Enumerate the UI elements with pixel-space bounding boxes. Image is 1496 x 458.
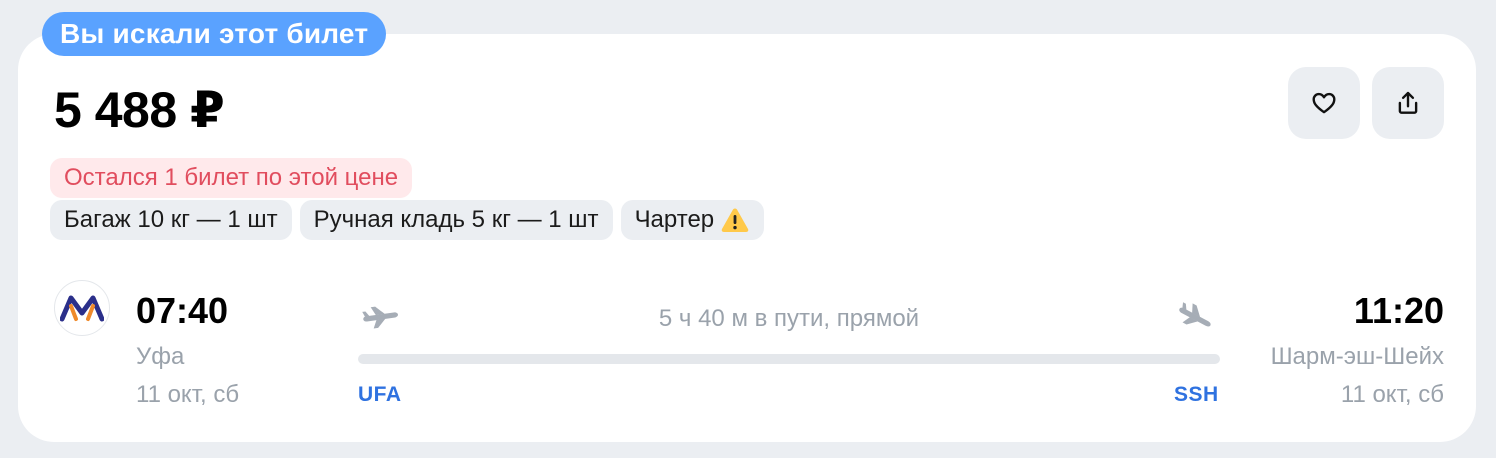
share-icon: [1398, 91, 1418, 114]
ticket-tags: Багаж 10 кг — 1 шт Ручная кладь 5 кг — 1…: [50, 200, 765, 240]
arrival-date: 11 окт, сб: [1340, 381, 1444, 408]
departure-date: 11 окт, сб: [136, 381, 240, 408]
charter-label: Чартер: [634, 206, 715, 233]
searched-ticket-badge: Вы искали этот билет: [42, 12, 387, 56]
share-button[interactable]: [1372, 67, 1444, 139]
departure-time: 07:40: [136, 290, 229, 331]
ticket-card[interactable]: 5 488 ₽ Остался 1 билет по этой цене Баг…: [18, 34, 1476, 442]
last-ticket-warning: Остался 1 билет по этой цене: [50, 158, 413, 198]
heart-icon: [1312, 92, 1336, 114]
departure-iata: UFA: [358, 383, 402, 406]
arrival-city: Шарм-эш-Шейх: [1270, 343, 1444, 370]
arrival-time: 11:20: [1353, 290, 1444, 331]
charter-tag[interactable]: Чартер: [620, 200, 765, 240]
baggage-tag: Багаж 10 кг — 1 шт: [50, 200, 292, 240]
landing-icon: [1179, 302, 1211, 327]
route-line: [358, 354, 1220, 364]
ticket-price: 5 488 ₽: [54, 82, 225, 138]
arrival-iata: SSH: [1174, 383, 1219, 406]
hand-luggage-tag: Ручная кладь 5 кг — 1 шт: [299, 200, 613, 240]
departure-city: Уфа: [136, 343, 185, 370]
warning-icon[interactable]: [720, 206, 750, 234]
favorite-button[interactable]: [1288, 67, 1360, 139]
airline-logo: [54, 280, 110, 336]
flight-duration: 5 ч 40 м в пути, прямой: [658, 305, 920, 332]
